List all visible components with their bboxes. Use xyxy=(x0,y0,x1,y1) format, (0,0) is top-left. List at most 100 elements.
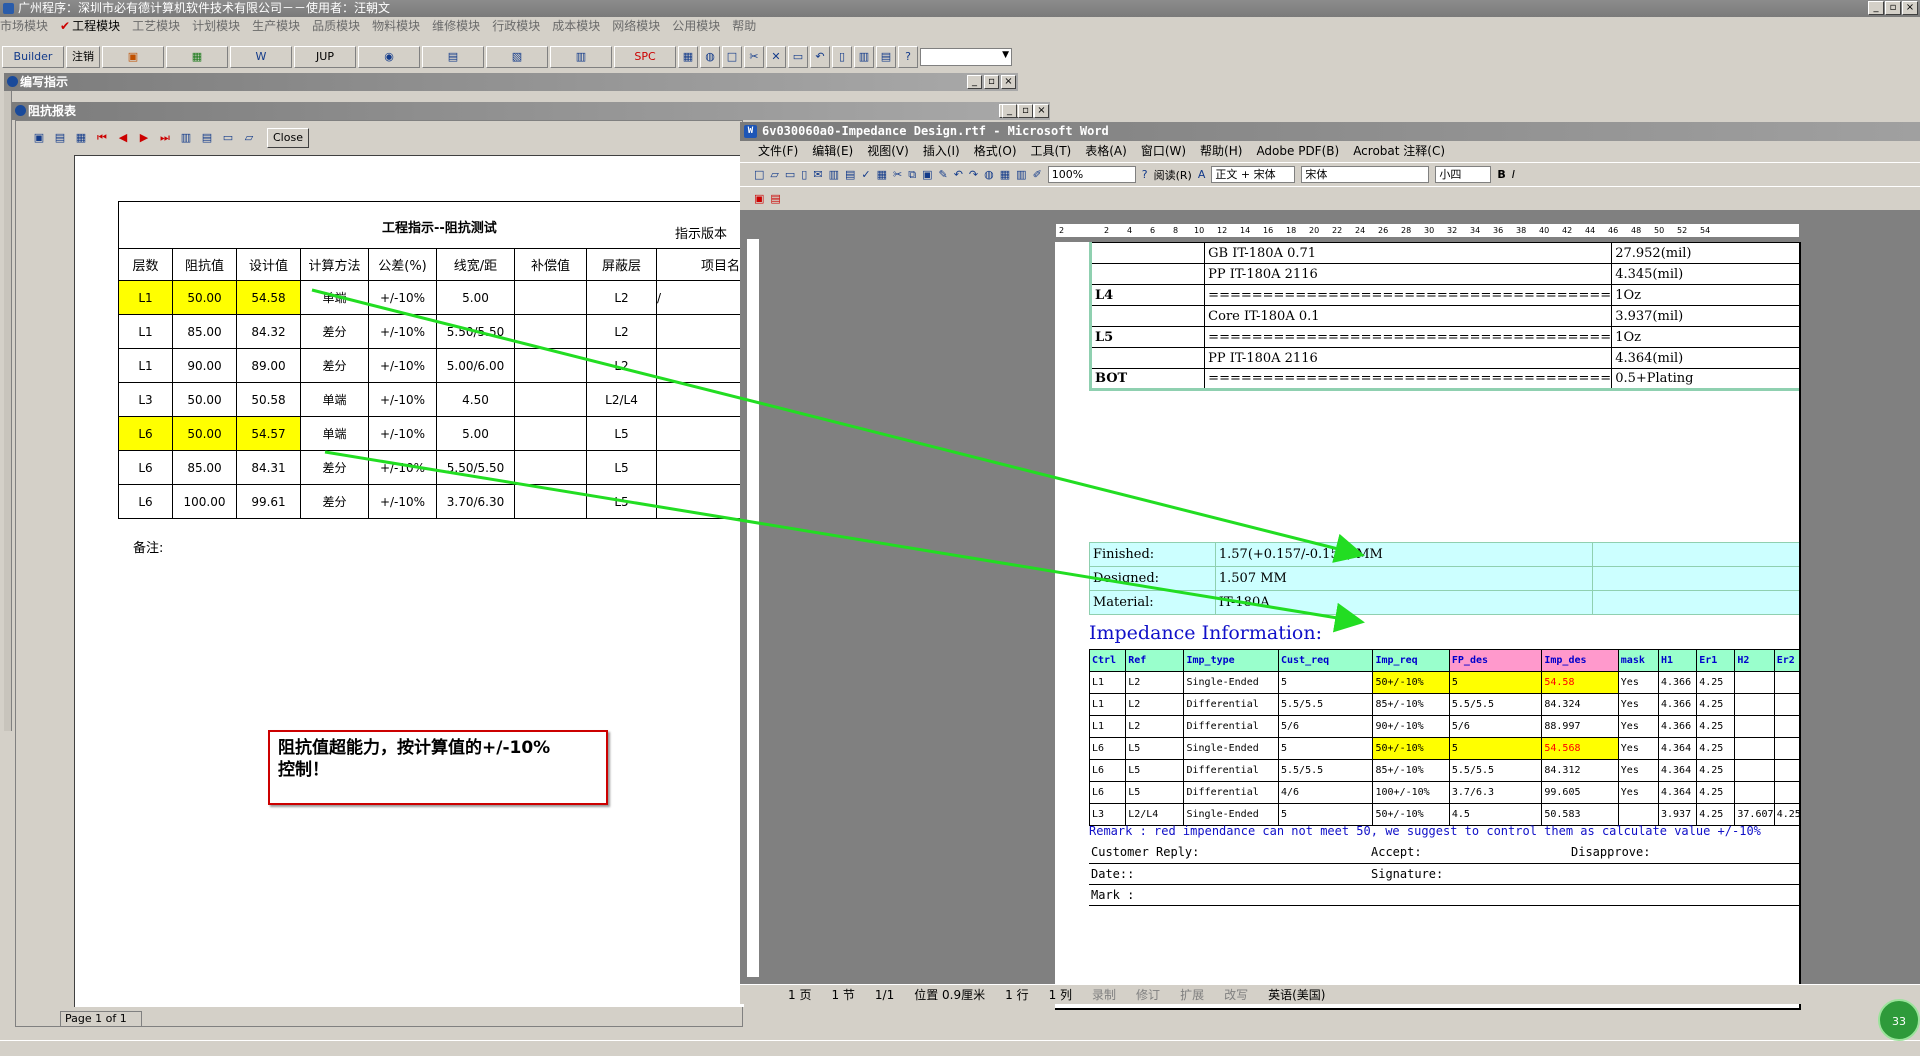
status-overtype[interactable]: 改写 xyxy=(1224,985,1248,1004)
restore-button[interactable]: ▫ xyxy=(1018,104,1033,118)
italic-icon[interactable]: I xyxy=(1512,168,1515,181)
help-icon[interactable]: ? xyxy=(1142,168,1148,181)
menu-plan[interactable]: 计划模块 xyxy=(192,19,240,33)
pdf-email-icon[interactable]: ▤ xyxy=(770,192,780,205)
word-menu-edit[interactable]: 编辑(E) xyxy=(812,141,853,162)
style-icon[interactable]: A xyxy=(1198,168,1206,181)
report-close-button[interactable]: Close xyxy=(267,128,309,148)
menu-material[interactable]: 物料模块 xyxy=(372,19,420,33)
zoom-page-icon[interactable]: ▦ xyxy=(72,129,90,147)
help-icon[interactable]: ? xyxy=(898,46,918,68)
ppt-icon[interactable]: ▣ xyxy=(102,46,164,68)
builder-button[interactable]: Builder xyxy=(2,46,64,68)
first-page-icon[interactable]: ⏮ xyxy=(93,129,111,147)
two-page-icon[interactable]: ▤ xyxy=(51,129,69,147)
excel-icon[interactable]: ▦ xyxy=(166,46,228,68)
menu-quality[interactable]: 品质模块 xyxy=(312,19,360,33)
table-icon[interactable]: ▦ xyxy=(1000,168,1010,181)
menu-admin[interactable]: 行政模块 xyxy=(492,19,540,33)
close-button[interactable]: × xyxy=(1034,104,1049,118)
menu-production[interactable]: 生产模块 xyxy=(252,19,300,33)
word-menu-view[interactable]: 视图(V) xyxy=(867,141,909,162)
font-select[interactable]: 宋体 xyxy=(1301,166,1430,183)
zoom-select[interactable]: 100% xyxy=(1047,166,1136,183)
next-page-icon[interactable]: ▶ xyxy=(135,129,153,147)
network-icon[interactable]: ▧ xyxy=(486,46,548,68)
minimize-button[interactable]: _ xyxy=(1868,1,1884,15)
eye-icon[interactable]: ◉ xyxy=(358,46,420,68)
close-button[interactable]: × xyxy=(1001,75,1016,89)
word-menu-insert[interactable]: 插入(I) xyxy=(923,141,960,162)
last-page-icon[interactable]: ⏭ xyxy=(156,129,174,147)
cut-icon[interactable]: ✂ xyxy=(893,168,902,181)
permission-icon[interactable]: ▯ xyxy=(801,168,807,181)
columns-icon[interactable]: ▥ xyxy=(1016,168,1026,181)
research-icon[interactable]: ▦ xyxy=(877,168,887,181)
menu-public[interactable]: 公用模块 xyxy=(672,19,720,33)
save-icon[interactable]: ▭ xyxy=(788,46,808,68)
open-icon[interactable]: ▱ xyxy=(770,168,778,181)
print-icon[interactable]: ▥ xyxy=(177,129,195,147)
print-setup-icon[interactable]: ▤ xyxy=(876,46,896,68)
word-menu-tools[interactable]: 工具(T) xyxy=(1031,141,1072,162)
menu-cost[interactable]: 成本模块 xyxy=(552,19,600,33)
open-icon[interactable]: ▱ xyxy=(240,129,258,147)
format-painter-icon[interactable]: ✎ xyxy=(938,168,947,181)
font-size-select[interactable]: 小四 xyxy=(1435,166,1492,183)
word-menu-file[interactable]: 文件(F) xyxy=(758,141,798,162)
notification-badge[interactable]: 33 xyxy=(1878,999,1920,1041)
save-icon[interactable]: ▭ xyxy=(785,168,795,181)
save-icon[interactable]: ▭ xyxy=(219,129,237,147)
preview-icon[interactable]: ▯ xyxy=(832,46,852,68)
email-icon[interactable]: ✉ xyxy=(813,168,822,181)
redo-icon[interactable]: ↷ xyxy=(969,168,978,181)
print-setup-icon[interactable]: ▤ xyxy=(198,129,216,147)
globe-icon[interactable]: ◍ xyxy=(700,46,720,68)
new-icon[interactable]: □ xyxy=(754,168,764,181)
undo-icon[interactable]: ↶ xyxy=(810,46,830,68)
print-icon[interactable]: ▥ xyxy=(854,46,874,68)
menu-maintenance[interactable]: 维修模块 xyxy=(432,19,480,33)
read-button[interactable]: 阅读(R) xyxy=(1154,167,1192,183)
menu-engineering[interactable]: 工程模块 xyxy=(72,19,120,33)
delete-icon[interactable]: ✕ xyxy=(766,46,786,68)
word-menu-table[interactable]: 表格(A) xyxy=(1085,141,1127,162)
paste-icon[interactable]: ▣ xyxy=(922,168,932,181)
printer-icon[interactable]: ▥ xyxy=(550,46,612,68)
menu-market[interactable]: 市场模块 xyxy=(0,19,48,33)
word-menu-adobe-pdf[interactable]: Adobe PDF(B) xyxy=(1256,141,1339,162)
undo-icon[interactable]: ↶ xyxy=(954,168,963,181)
print-preview-icon[interactable]: ▤ xyxy=(845,168,855,181)
spelling-icon[interactable]: ✓ xyxy=(861,168,870,181)
close-button[interactable]: × xyxy=(1902,1,1918,15)
copy-icon[interactable]: ⧉ xyxy=(908,168,916,182)
calendar-icon[interactable]: ▦ xyxy=(678,46,698,68)
style-select[interactable]: 正文 + 宋体 xyxy=(1211,166,1296,183)
book-icon[interactable]: ▤ xyxy=(422,46,484,68)
hyperlink-icon[interactable]: ◍ xyxy=(984,168,994,181)
drawing-icon[interactable]: ✐ xyxy=(1033,168,1042,181)
spc-button[interactable]: SPC xyxy=(614,46,676,68)
logout-button[interactable]: 注销 xyxy=(66,46,100,68)
restore-button[interactable]: ▫ xyxy=(984,75,999,89)
print-icon[interactable]: ▥ xyxy=(829,168,839,181)
status-revision[interactable]: 修订 xyxy=(1136,985,1160,1004)
toolbar-combo[interactable] xyxy=(920,48,1012,66)
minimize-button[interactable]: _ xyxy=(967,75,982,89)
word-menu-help[interactable]: 帮助(H) xyxy=(1200,141,1242,162)
menu-process[interactable]: 工艺模块 xyxy=(132,19,180,33)
minimize-button[interactable]: _ xyxy=(1002,104,1017,118)
menu-help[interactable]: 帮助 xyxy=(732,19,756,33)
status-extend[interactable]: 扩展 xyxy=(1180,985,1204,1004)
word-menu-format[interactable]: 格式(O) xyxy=(974,141,1017,162)
one-page-icon[interactable]: ▣ xyxy=(30,129,48,147)
cut-icon[interactable]: ✂ xyxy=(744,46,764,68)
bold-icon[interactable]: B xyxy=(1497,168,1505,181)
prev-page-icon[interactable]: ◀ xyxy=(114,129,132,147)
pdf-convert-icon[interactable]: ▣ xyxy=(754,192,764,205)
word-menu-window[interactable]: 窗口(W) xyxy=(1141,141,1186,162)
word-menu-acrobat-comments[interactable]: Acrobat 注释(C) xyxy=(1353,141,1445,162)
word-icon[interactable]: W xyxy=(230,46,292,68)
new-doc-icon[interactable]: □ xyxy=(722,46,742,68)
status-record[interactable]: 录制 xyxy=(1092,985,1116,1004)
